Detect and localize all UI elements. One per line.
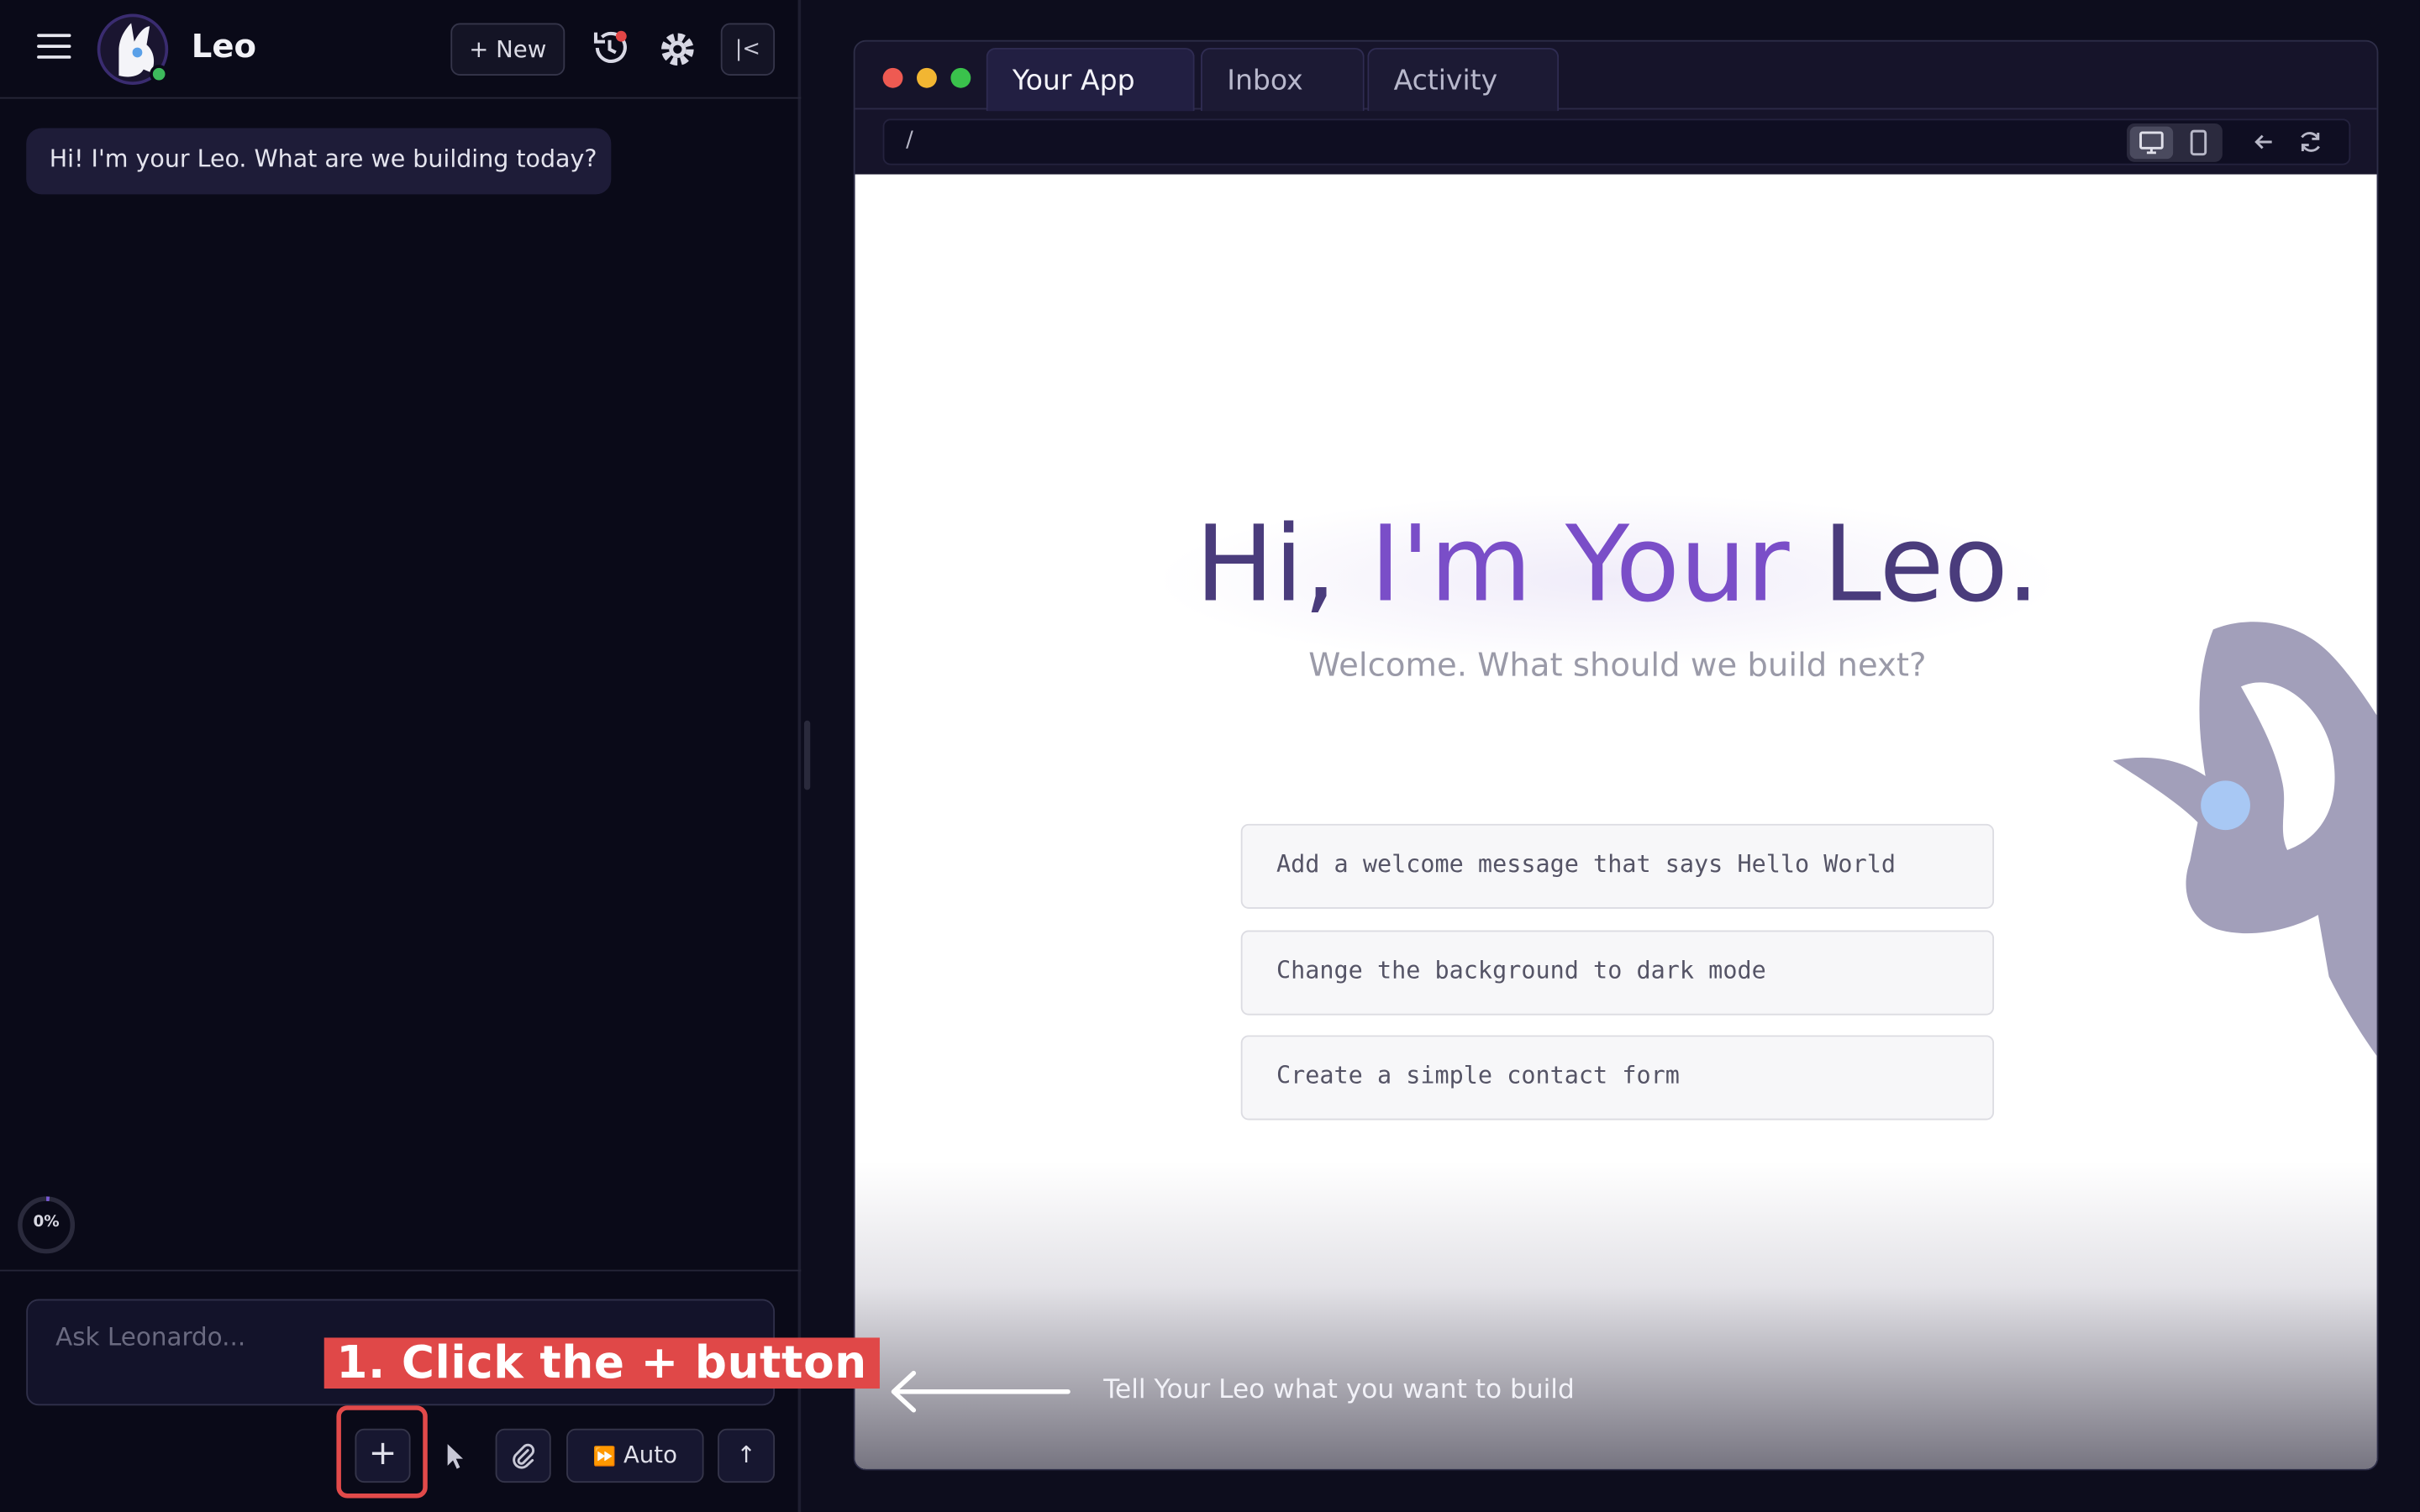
progress-label: 0% [33,1214,60,1231]
chat-sidebar: Leo + New |< Hi! I'm your Leo. What are … [0,0,802,1512]
auto-mode-button[interactable]: ⏩ Auto [566,1428,704,1483]
preview-window: Your App Inbox Activity / Hi, I'm Your L… [853,39,2379,1471]
close-window-icon[interactable] [882,67,903,88]
desktop-view-button[interactable] [2129,126,2174,160]
tab-your-app[interactable]: Your App [986,47,1195,112]
minimize-window-icon[interactable] [917,67,937,88]
refresh-icon[interactable] [2295,127,2326,158]
arrow-left-icon [891,1370,1071,1413]
maximize-window-icon[interactable] [950,67,971,88]
mascot-illustration [2112,622,2377,1057]
hero-title-part2: I'm Your [1370,504,1823,627]
tab-inbox[interactable]: Inbox [1200,47,1365,112]
cursor-icon [447,1444,464,1469]
collapse-sidebar-button[interactable]: |< [720,23,776,76]
online-status-icon [150,65,169,84]
back-arrow-icon[interactable] [2249,127,2280,158]
hero-title-part3: Leo. [1823,504,2040,627]
app-preview: Hi, I'm Your Leo. Welcome. What should w… [855,174,2377,1469]
attach-button[interactable] [495,1428,551,1483]
url-bar[interactable]: / [882,118,2351,165]
suggestion-card[interactable]: Create a simple contact form [1240,1035,1995,1121]
brand-name: Leo [191,28,257,66]
device-toggle [2127,123,2223,162]
mobile-icon [2190,129,2207,156]
tab-activity[interactable]: Activity [1367,47,1560,112]
fast-forward-icon: ⏩ [592,1446,617,1467]
history-icon[interactable] [587,24,633,71]
mobile-view-button[interactable] [2178,127,2220,160]
tab-bar: Your App Inbox Activity [855,41,2377,112]
bottom-fade-overlay [855,1162,2377,1469]
resize-handle[interactable] [803,720,811,790]
hero-title-part1: Hi, [1195,504,1370,627]
send-button[interactable]: ↑ [718,1428,776,1483]
tutorial-callout: 1. Click the + button [324,1337,880,1389]
desktop-icon [2139,131,2164,155]
auto-mode-label: Auto [623,1441,677,1469]
new-chat-button[interactable]: + New [450,23,566,76]
select-element-button[interactable] [430,1429,480,1483]
logo-icon [97,13,169,86]
paperclip-icon [513,1443,535,1469]
sidebar-header: Leo + New |< [0,0,802,99]
menu-icon[interactable] [37,34,71,65]
highlight-box [336,1405,428,1499]
suggestion-card[interactable]: Add a welcome message that says Hello Wo… [1240,823,1995,909]
tutorial-hint: Tell Your Leo what you want to build [1103,1374,1575,1406]
divider [0,1269,802,1272]
notification-dot [615,30,627,42]
gear-icon[interactable] [656,28,699,71]
assistant-message: Hi! I'm your Leo. What are we building t… [26,128,612,195]
suggestion-card[interactable]: Change the background to dark mode [1240,930,1995,1016]
url-text: / [906,128,913,153]
